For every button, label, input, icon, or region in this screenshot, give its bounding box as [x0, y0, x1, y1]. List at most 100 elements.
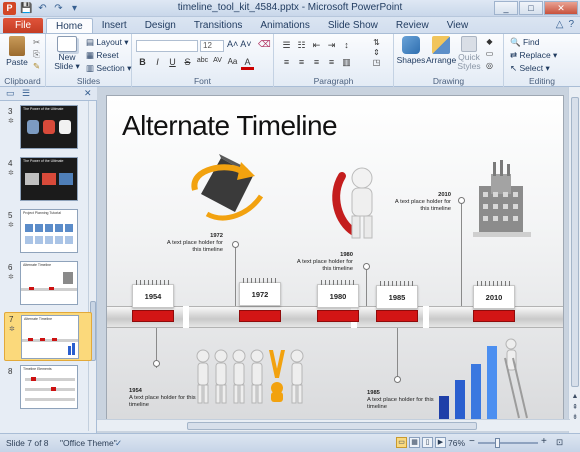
underline-button[interactable]: U — [166, 57, 179, 70]
note-1985[interactable]: 1985 A text place holder for this timelin… — [367, 390, 437, 411]
bullets-icon[interactable]: ☰ — [280, 40, 293, 51]
help-icon[interactable]: ? — [568, 19, 574, 30]
group-paragraph: ☰ ☷ ⇤ ⇥ ↕ ≡ ≡ ≡ ≡ ▥ ⇅ ⇕ ◳ Paragraph — [274, 34, 394, 87]
zoom-in-icon[interactable]: + — [541, 436, 547, 447]
line-spacing-icon[interactable]: ↕ — [340, 40, 353, 51]
font-family-select[interactable] — [136, 40, 198, 52]
shadow-button[interactable]: abc — [196, 57, 209, 70]
calendar-2010[interactable]: 2010 — [473, 281, 515, 309]
spelling-check-icon[interactable]: ✓ — [115, 438, 122, 449]
slide-vertical-scrollbar[interactable]: ▲ ⇞ ⇟ — [568, 87, 580, 433]
slides-tab-icon[interactable]: ▭ — [6, 88, 15, 99]
new-slide-icon — [57, 36, 77, 52]
numbering-icon[interactable]: ☷ — [295, 40, 308, 51]
quick-styles-button[interactable]: Quick Styles — [456, 36, 482, 71]
arrange-button[interactable]: Arrange — [426, 36, 456, 65]
slide-scroll-thumb[interactable] — [571, 97, 579, 387]
zoom-slider-thumb[interactable] — [495, 438, 500, 448]
tab-review[interactable]: Review — [387, 18, 438, 34]
bold-button[interactable]: B — [136, 57, 149, 70]
replace-label: Replace ▾ — [519, 50, 558, 60]
italic-button[interactable]: I — [151, 57, 164, 70]
grow-shrink-font-icons[interactable]: A˄ A˅ — [227, 39, 252, 49]
calendar-1980[interactable]: 1980 — [317, 280, 359, 308]
slide-horizontal-scrollbar[interactable] — [97, 419, 570, 431]
normal-view-icon[interactable]: ▭ — [396, 437, 407, 448]
slide-thumbnail-6[interactable]: 6 ✲ Alternate Timeline — [4, 261, 92, 310]
change-case-button[interactable]: Aa — [226, 57, 239, 70]
slide-thumbnail-4[interactable]: 4 ✲ The Power of the Ultimate — [4, 157, 92, 206]
tab-slide-show[interactable]: Slide Show — [319, 18, 387, 34]
clear-format-icon[interactable]: ⌫ — [258, 39, 271, 50]
replace-button[interactable]: ⇄ Replace ▾ — [510, 50, 557, 61]
justify-icon[interactable]: ≡ — [325, 57, 338, 68]
find-button[interactable]: 🔍 Find — [510, 37, 540, 48]
character-spacing-button[interactable]: AV — [211, 57, 224, 70]
paste-button[interactable]: Paste — [4, 36, 30, 67]
reset-button[interactable]: ▦ Reset — [86, 50, 119, 61]
zoom-slider[interactable] — [478, 442, 538, 444]
shape-outline-icon[interactable]: ▭ — [483, 49, 496, 58]
format-painter-icon[interactable]: ✎ — [33, 61, 40, 72]
previous-slide-icon[interactable]: ⇞ — [569, 403, 580, 411]
slide-thumbnail-8[interactable]: 8 Timeline Elements — [4, 365, 92, 414]
select-button[interactable]: ↖ Select ▾ — [510, 63, 550, 74]
align-right-icon[interactable]: ≡ — [310, 57, 323, 68]
minimize-ribbon-icon[interactable]: △ — [556, 19, 564, 30]
layout-button[interactable]: ▤ Layout ▾ — [86, 37, 129, 48]
note-1954[interactable]: 1954 A text place holder for this timelin… — [129, 388, 199, 409]
maximize-button[interactable]: □ — [519, 1, 543, 15]
text-direction-icon[interactable]: ⇅ — [370, 38, 383, 47]
tab-transitions[interactable]: Transitions — [185, 18, 252, 34]
note-1972[interactable]: 1972 A text place holder for this timelin… — [157, 233, 223, 254]
smartart-icon[interactable]: ◳ — [370, 58, 383, 67]
slide-title[interactable]: Alternate Timeline — [122, 110, 338, 142]
tab-view[interactable]: View — [438, 18, 478, 34]
slide-canvas[interactable]: Alternate Timeline 1972 A text place hol… — [106, 95, 564, 425]
tab-design[interactable]: Design — [136, 18, 185, 34]
slide-show-icon[interactable]: ▶ — [435, 437, 446, 448]
font-size-select[interactable]: 12 — [200, 40, 224, 52]
close-button[interactable]: ✕ — [544, 1, 578, 15]
zoom-level[interactable]: 76% — [448, 438, 465, 448]
next-slide-icon[interactable]: ⇟ — [569, 413, 580, 421]
slide-thumbnail-3[interactable]: 3 ✲ The Power of the Ultimate — [4, 105, 92, 154]
new-slide-button[interactable]: New Slide ▾ — [50, 36, 84, 71]
align-text-icon[interactable]: ⇕ — [370, 48, 383, 57]
minimize-button[interactable]: _ — [494, 1, 518, 15]
tab-insert[interactable]: Insert — [93, 18, 136, 34]
decrease-indent-icon[interactable]: ⇤ — [310, 40, 323, 51]
close-panel-icon[interactable]: ✕ — [84, 88, 92, 99]
outline-tab-icon[interactable]: ☰ — [22, 88, 30, 99]
shape-fill-icon[interactable]: ◆ — [483, 37, 496, 46]
scroll-up-icon[interactable]: ▲ — [569, 393, 580, 400]
slide-thumbnail-7-selected[interactable]: 7 ✲ Alternate Timeline — [4, 312, 92, 361]
align-center-icon[interactable]: ≡ — [295, 57, 308, 68]
tab-home[interactable]: Home — [46, 18, 93, 34]
thumbnail-title: Timeline Elements — [23, 367, 52, 371]
note-1980[interactable]: 1980 A text place holder for this timelin… — [287, 252, 353, 273]
shape-effects-icon[interactable]: ◎ — [483, 61, 496, 70]
fit-to-window-icon[interactable]: ⊡ — [556, 437, 563, 448]
strikethrough-button[interactable]: S — [181, 57, 194, 70]
shapes-button[interactable]: Shapes — [396, 36, 426, 65]
columns-icon[interactable]: ▥ — [340, 57, 353, 68]
reading-view-icon[interactable]: ▯ — [422, 437, 433, 448]
zoom-out-icon[interactable]: − — [469, 436, 475, 447]
tab-file[interactable]: File — [3, 18, 43, 34]
calendar-1954[interactable]: 1954 — [132, 280, 174, 308]
calendar-1985[interactable]: 1985 — [376, 281, 418, 309]
font-color-button[interactable]: A — [241, 57, 254, 70]
tab-animations[interactable]: Animations — [251, 18, 318, 34]
align-left-icon[interactable]: ≡ — [280, 57, 293, 68]
copy-icon[interactable]: ⎘ — [33, 49, 40, 60]
horizontal-scroll-thumb[interactable] — [187, 422, 477, 430]
note-year: 1980 — [340, 252, 353, 258]
note-2010[interactable]: 2010 A text place holder for this timelin… — [385, 192, 451, 213]
increase-indent-icon[interactable]: ⇥ — [325, 40, 338, 51]
cut-icon[interactable]: ✂ — [33, 37, 40, 48]
calendar-1972[interactable]: 1972 — [239, 278, 281, 306]
slide-thumbnail-5[interactable]: 5 ✲ Project Planning Tutorial — [4, 209, 92, 258]
section-button[interactable]: ▥ Section ▾ — [86, 63, 131, 74]
slide-sorter-icon[interactable]: ▦ — [409, 437, 420, 448]
